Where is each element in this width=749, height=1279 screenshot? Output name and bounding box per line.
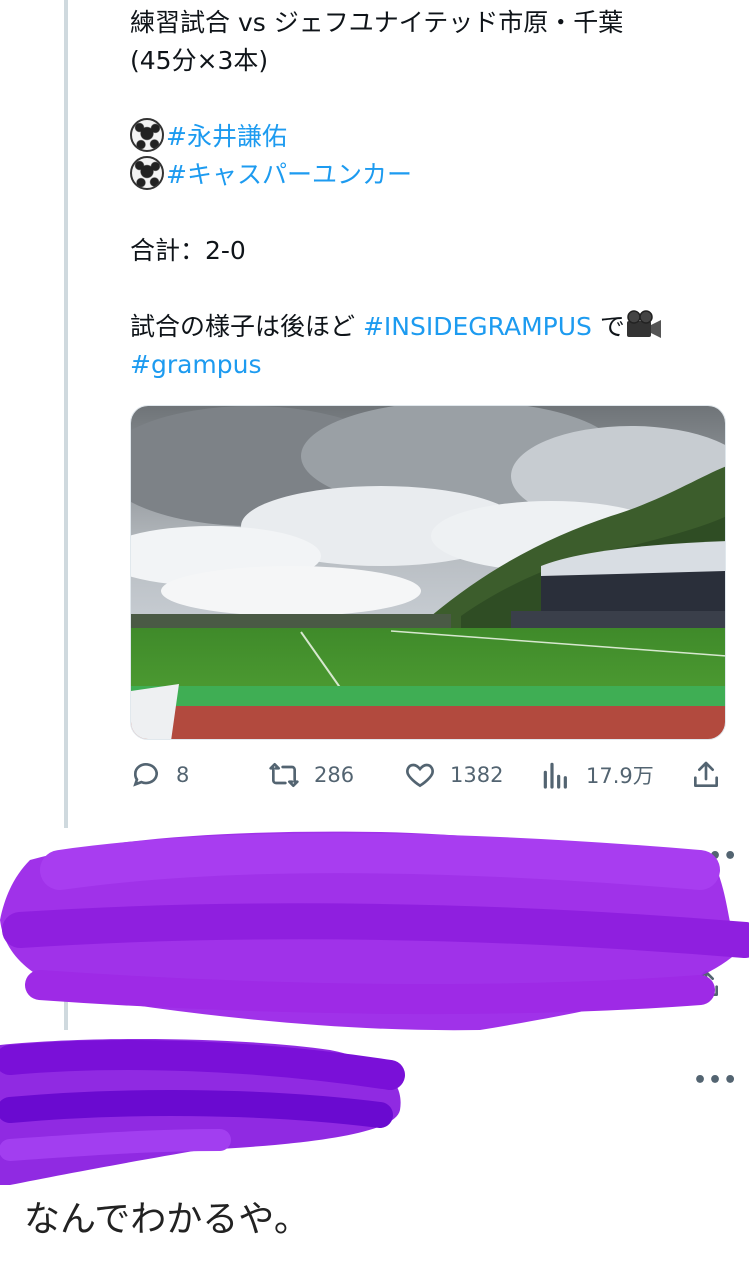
analytics-icon [543,762,567,789]
like-button[interactable]: 1382 [404,752,503,798]
stadium-photo[interactable] [130,405,726,740]
share-button[interactable] [690,752,736,798]
later-suffix: で [591,312,625,341]
tweet-line-later: 試合の様子は後ほど #INSIDEGRAMPUS で [130,308,730,346]
hashtag-nagai[interactable]: #永井謙佑 [166,122,287,151]
tweet-line-match: 練習試合 vs ジェフユナイテッド市原・千葉 [130,8,624,37]
heart-icon [406,763,434,788]
like-count: 1382 [450,763,504,787]
hashtag-grampus[interactable]: #grampus [130,350,262,379]
retweet-count: 286 [314,763,355,787]
tweet-line-total: 合計：2-0 [130,236,246,265]
later-prefix: 試合の様子は後ほど [130,312,363,341]
scorer-row-1: #永井謙佑 [130,118,730,156]
hashtag-yunker[interactable]: #キャスパーユンカー [166,160,412,189]
thread-connector-line-2 [64,990,68,1030]
tweet-line-format: (45分×3本) [130,46,269,75]
stadium-photo-image [131,406,725,739]
reply2-text: なんでわかるや。 [24,1199,310,1240]
movie-camera-icon [626,310,661,338]
reply-count: 8 [176,763,190,787]
tweet-line-grampus: #grampus [130,346,730,384]
share-icon [694,761,718,787]
tweet-body: 練習試合 vs ジェフユナイテッド市原・千葉 (45分×3本) #永井謙佑 #キ… [130,4,730,384]
tweet-actions-bar: 8 286 1382 17.9万 [130,752,726,798]
reply-icon [133,763,158,787]
reply-more-button[interactable]: ••• [693,844,738,869]
view-count: 17.9万 [586,764,654,788]
soccer-ball-icon [130,156,164,190]
thread-connector-line [64,0,68,828]
reply2-more-button[interactable]: ••• [693,1068,738,1093]
retweet-button[interactable]: 286 [268,752,354,798]
retweet-icon [269,763,299,787]
share-icon-reply[interactable] [690,968,722,1000]
views-button[interactable]: 17.9万 [540,752,654,798]
reply-button[interactable]: 8 [130,752,189,798]
soccer-ball-icon [130,118,164,152]
scorer-row-2: #キャスパーユンカー [130,156,730,194]
hashtag-insidegrampus[interactable]: #INSIDEGRAMPUS [363,312,592,341]
